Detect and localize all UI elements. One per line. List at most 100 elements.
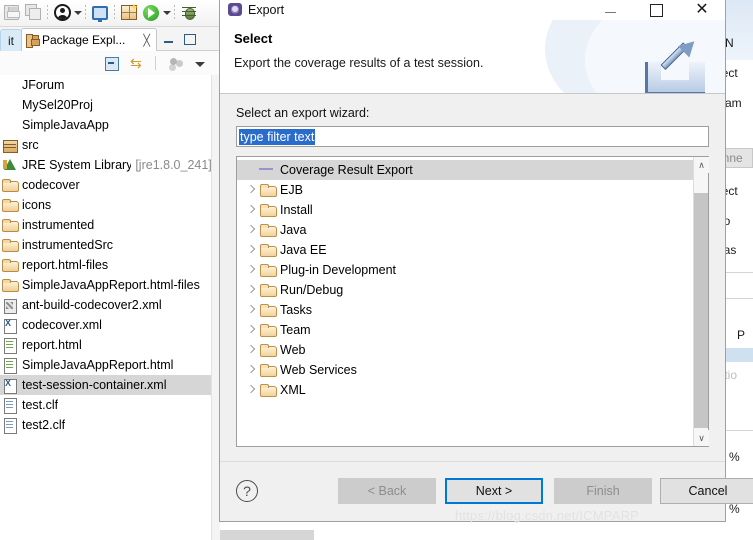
wizard-tree-item-tasks[interactable]: Tasks [237,300,693,320]
wizard-tree-item-ejb[interactable]: EJB [237,180,693,200]
tree-item[interactable]: MySel20Proj [0,95,211,115]
close-button[interactable]: ✕ [679,0,725,20]
tree-item-label: instrumentedSrc [22,238,114,252]
maximize-view-icon[interactable] [183,32,197,46]
chevron-right-icon[interactable] [243,342,259,358]
monitor-icon[interactable] [90,3,110,23]
tree-item[interactable]: SimpleJavaAppReport.html [0,355,211,375]
xml-file-icon [2,317,18,334]
scrollbar-thumb[interactable] [694,193,708,428]
chevron-right-icon[interactable] [243,282,259,298]
wizard-tree-item-java[interactable]: Java [237,220,693,240]
new-wizard-icon[interactable] [119,3,139,23]
tree-item[interactable]: JRE System Library [jre1.8.0_241] [0,155,211,175]
tree-item-label: MySel20Proj [22,98,93,112]
wizard-tree-item-coverage-result-export[interactable]: Coverage Result Export [237,160,693,180]
chevron-right-icon[interactable] [243,322,259,338]
cancel-button[interactable]: Cancel [660,478,753,504]
wizard-tree[interactable]: Coverage Result Export EJB Install Java … [236,156,709,447]
tree-item[interactable]: report.html-files [0,255,211,275]
coverage-export-icon [259,162,276,178]
wizard-tree-item-xml[interactable]: XML [237,380,693,400]
view-filter-icon[interactable] [168,55,185,72]
link-with-editor-icon[interactable]: ⇆ [130,55,147,72]
wizard-tree-item-label: Web [280,343,306,357]
tree-item-selected[interactable]: test-session-container.xml [0,375,211,395]
save-icon[interactable] [1,3,21,23]
maximize-button[interactable] [633,0,679,20]
next-button[interactable]: Next > [445,478,543,504]
tree-item[interactable]: report.html [0,335,211,355]
ide-toolbar [0,0,220,27]
wizard-tree-item-label: Team [280,323,311,337]
collapse-all-icon[interactable] [103,55,120,72]
wizard-tree-item-java-ee[interactable]: Java EE [237,240,693,260]
scroll-up-icon[interactable]: ∧ [694,157,709,173]
minimize-button[interactable] [587,0,633,20]
chevron-right-icon[interactable] [243,262,259,278]
scroll-down-icon[interactable]: ∨ [694,430,709,446]
tab-inactive-partial[interactable]: it [0,29,22,51]
tree-item[interactable]: SimpleJavaApp [0,115,211,135]
tree-item[interactable]: codecover.xml [0,315,211,335]
view-menu-icon[interactable] [192,55,209,72]
close-icon[interactable]: ╳ [141,34,152,47]
chevron-right-icon[interactable] [243,362,259,378]
tree-item-label: src [22,138,39,152]
tree-item-label: SimpleJavaApp [22,118,109,132]
tree-item-label: JRE System Library [22,158,132,172]
debug-icon[interactable] [179,3,199,23]
tree-item[interactable]: JForum [0,75,211,95]
wizard-tree-item-run-debug[interactable]: Run/Debug [237,280,693,300]
ant-file-icon [2,297,18,314]
chevron-right-icon[interactable] [243,382,259,398]
blank-icon [2,77,18,93]
tree-item[interactable]: src [0,135,211,155]
dropdown-arrow-icon[interactable] [73,3,82,23]
folder-icon [259,362,277,378]
wizard-tree-list: Coverage Result Export EJB Install Java … [237,157,693,446]
run-dropdown-arrow-icon[interactable] [162,3,171,23]
tree-item[interactable]: ant-build-codecover2.xml [0,295,211,315]
help-button[interactable]: ? [236,480,258,502]
tree-item[interactable]: instrumentedSrc [0,235,211,255]
tree-item[interactable]: SimpleJavaAppReport.html-files [0,275,211,295]
tree-item[interactable]: instrumented [0,215,211,235]
tab-package-explorer[interactable]: Package Expl... ╳ [21,28,157,51]
back-button[interactable]: < Back [338,478,436,504]
chevron-right-icon[interactable] [243,182,259,198]
tree-item[interactable]: icons [0,195,211,215]
wizard-tree-scrollbar[interactable]: ∧ ∨ [693,157,709,446]
wizard-tree-item-label: Install [280,203,313,217]
wizard-tree-item-install[interactable]: Install [237,200,693,220]
wizard-tree-item-label: Plug-in Development [280,263,397,277]
tree-item[interactable]: codecover [0,175,211,195]
user-icon[interactable] [52,3,72,23]
minimize-view-icon[interactable] [161,32,175,46]
chevron-right-icon[interactable] [243,302,259,318]
wizard-select-label: Select an export wizard: [236,106,370,120]
finish-button[interactable]: Finish [554,478,652,504]
folder-icon [259,382,277,398]
save-all-icon[interactable] [23,3,43,23]
chevron-right-icon[interactable] [243,242,259,258]
html-file-icon [2,357,18,374]
tree-item-label: instrumented [22,218,95,232]
tree-item[interactable]: test.clf [0,395,211,415]
run-icon[interactable] [141,3,161,23]
package-explorer-icon [26,34,39,48]
tree-item-label: report.html-files [22,258,109,272]
chevron-right-icon[interactable] [243,202,259,218]
wizard-tree-item-web-services[interactable]: Web Services [237,360,693,380]
folder-icon [259,342,277,358]
chevron-right-icon[interactable] [243,222,259,238]
clf-file-icon [2,397,18,414]
package-explorer-tree[interactable]: JForum MySel20Proj SimpleJavaApp src JRE… [0,75,211,540]
wizard-tree-item-web[interactable]: Web [237,340,693,360]
tree-item[interactable]: test2.clf [0,415,211,435]
view-toolbar: ⇆ [0,51,220,75]
dialog-header: Select Export the coverage results of a … [220,20,725,94]
wizard-tree-item-team[interactable]: Team [237,320,693,340]
wizard-tree-item-plug-in-development[interactable]: Plug-in Development [237,260,693,280]
filter-input[interactable]: type filter text [236,126,709,147]
